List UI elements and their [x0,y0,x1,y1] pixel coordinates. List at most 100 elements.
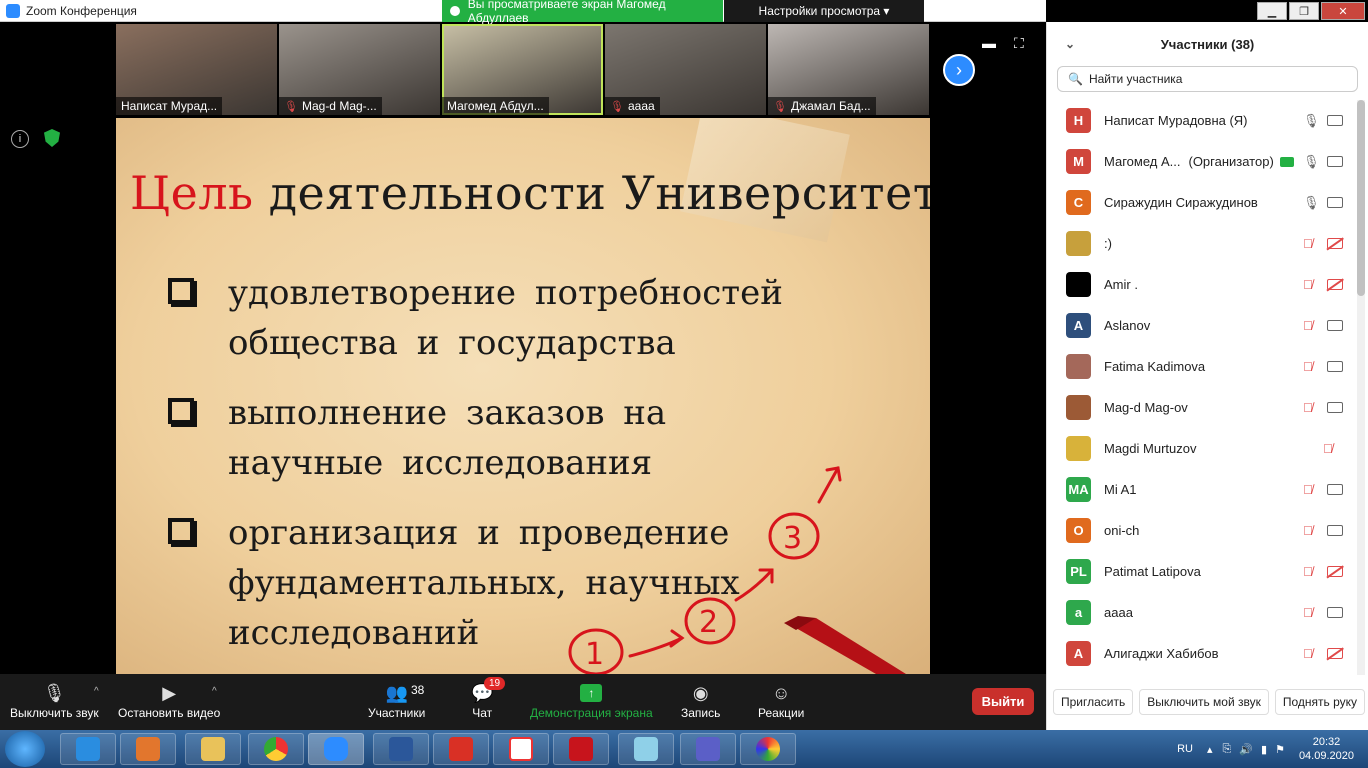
camera-off-icon[interactable] [1327,279,1343,290]
mic-muted-icon[interactable]: 🎙̸ [1303,359,1313,374]
camera-icon[interactable] [1327,402,1343,413]
raise-hand-button[interactable]: Поднять руку [1274,689,1366,715]
mute-button[interactable]: 🎙 Выключить звук [10,680,99,721]
stop-video-button[interactable]: ▶ Остановить видео [118,680,221,721]
taskbar-paint-icon[interactable] [740,733,796,765]
minimize-button[interactable]: ▁ [1257,2,1287,20]
mic-icon[interactable]: 🎙 [1303,195,1320,211]
camera-icon[interactable] [1327,484,1343,495]
camera-off-icon[interactable] [1327,566,1343,577]
sharing-screen-icon [1279,156,1294,167]
camera-icon[interactable] [1327,320,1343,331]
invite-button[interactable]: Пригласить [1053,689,1134,715]
camera-icon[interactable] [1327,197,1343,208]
mic-muted-icon[interactable]: 🎙̸ [1303,482,1313,497]
taskbar-chrome-icon[interactable] [248,733,304,765]
taskbar-acrobat-icon[interactable] [553,733,609,765]
mic-icon[interactable]: 🎙 [1303,154,1320,170]
flag-icon[interactable]: ⚑ [1275,743,1285,756]
share-screen-button[interactable]: ↑ Демонстрация экрана [530,680,653,720]
taskbar-yandex-icon[interactable] [493,733,549,765]
participant-row[interactable]: Mag-d Mag-ov 🎙̸ [1047,387,1357,428]
participant-row[interactable]: A Aslanov 🎙̸ [1047,305,1357,346]
video-tile[interactable]: Написат Мурад... [116,24,277,115]
participant-row[interactable]: М Магомед А... (Организатор) 🎙 [1047,141,1357,182]
mic-muted-icon[interactable]: 🎙̸ [1303,400,1313,415]
start-button-icon[interactable] [5,731,45,767]
mute-me-button[interactable]: Выключить мой звук [1139,689,1269,715]
maximize-button[interactable]: ❐ [1289,2,1319,20]
clock-date: 04.09.2020 [1298,750,1354,762]
taskbar-explorer-icon[interactable] [185,733,241,765]
participant-row[interactable]: Magdi Murtuzov 🎙̸ [1047,428,1357,469]
close-button[interactable]: ✕ [1321,2,1365,20]
camera-icon[interactable] [1327,607,1343,618]
participant-row[interactable]: А Алигаджи Хабибов 🎙̸ [1047,633,1357,674]
mic-icon[interactable]: 🎙 [1303,113,1320,129]
audio-options-caret[interactable]: ^ [94,686,99,697]
arrow-1 [628,636,684,658]
minimize-video-icon[interactable]: ▬ [982,35,996,52]
microphone-icon: 🎙 [42,682,66,703]
video-options-caret[interactable]: ^ [212,686,217,697]
mic-muted-icon[interactable]: 🎙̸ [1303,564,1313,579]
mic-muted-icon[interactable]: 🎙̸ [1303,523,1313,538]
fullscreen-icon[interactable]: ⛶ [1014,35,1024,52]
camera-icon[interactable] [1327,115,1343,126]
collapse-chevron-icon[interactable]: ⌄ [1065,37,1075,51]
participant-row[interactable]: PL Patimat Latipova 🎙̸ [1047,551,1357,592]
video-tile[interactable]: Магомед Абдул... [442,24,603,115]
participant-row[interactable]: Н Написат Мурадовна (Я) 🎙 [1047,100,1357,141]
next-videos-button[interactable]: › [943,54,975,86]
participant-name: Aslanov [1104,318,1151,333]
taskbar-media-player-icon[interactable] [120,733,176,765]
camera-icon[interactable] [1327,156,1343,167]
video-tile[interactable]: 🎙 аааа [605,24,766,115]
tray-device-icon[interactable]: ⎘ [1222,743,1231,756]
taskbar-teams-icon[interactable] [680,733,736,765]
taskbar-word-icon[interactable] [373,733,429,765]
encryption-shield-icon[interactable] [44,129,60,147]
participant-name: Mag-d Mag-ov [1104,400,1188,415]
meeting-info-icon[interactable]: i [11,130,29,148]
record-button[interactable]: ◉ Запись [681,680,720,721]
mic-muted-icon[interactable]: 🎙̸ [1303,236,1313,251]
scrollbar-thumb[interactable] [1357,100,1365,296]
video-tile[interactable]: 🎙 Джамал Бад... [768,24,929,115]
volume-icon[interactable]: 🔊 [1239,743,1253,756]
mic-muted-icon[interactable]: 🎙̸ [1303,277,1313,292]
tray-arrow-icon[interactable]: ▴ [1207,743,1213,756]
language-indicator[interactable]: RU [1177,743,1193,755]
camera-icon[interactable] [1327,525,1343,536]
mic-muted-icon[interactable]: 🎙̸ [1323,441,1333,456]
mic-muted-icon[interactable]: 🎙̸ [1303,318,1313,333]
view-options-button[interactable]: Настройки просмотра ▾ [724,0,924,22]
taskbar-notes-icon[interactable] [618,733,674,765]
participant-row[interactable]: Ooni-ch 🎙̸ [1047,510,1357,551]
camera-icon[interactable] [1327,361,1343,372]
participant-row[interactable]: a аааа 🎙̸ [1047,592,1357,633]
participant-list-scrollbar[interactable] [1357,100,1365,675]
mic-muted-icon[interactable]: 🎙̸ [1303,646,1313,661]
participant-name: Patimat Latipova [1104,564,1201,579]
network-icon[interactable]: ▮ [1261,743,1267,756]
camera-off-icon[interactable] [1327,238,1343,249]
panel-title: Участники (38) [1160,36,1255,52]
camera-off-icon[interactable] [1327,648,1343,659]
mic-muted-icon[interactable]: 🎙̸ [1303,605,1313,620]
participant-row[interactable]: С Сиражудин Сиражудинов 🎙 [1047,182,1357,223]
participant-row[interactable]: :) 🎙̸ [1047,223,1357,264]
taskbar-pdf-icon[interactable] [433,733,489,765]
participant-row[interactable]: MA Mi A1 🎙̸ [1047,469,1357,510]
participant-row[interactable]: Amir . 🎙̸ [1047,264,1357,305]
avatar: A [1066,313,1091,338]
taskbar-ie-icon[interactable] [60,733,116,765]
video-tile[interactable]: 🎙 Mag-d Mag-... [279,24,440,115]
clock[interactable]: 20:32 04.09.2020 [1299,735,1354,763]
taskbar-zoom-icon[interactable] [308,733,364,765]
participant-search-input[interactable]: 🔍 Найти участника [1057,66,1358,92]
reactions-button[interactable]: ☺ Реакции [758,680,804,721]
leave-button[interactable]: Выйти [972,688,1034,715]
participant-row[interactable]: Fatima Kadimova 🎙̸ [1047,346,1357,387]
video-label: Остановить видео [118,706,221,720]
